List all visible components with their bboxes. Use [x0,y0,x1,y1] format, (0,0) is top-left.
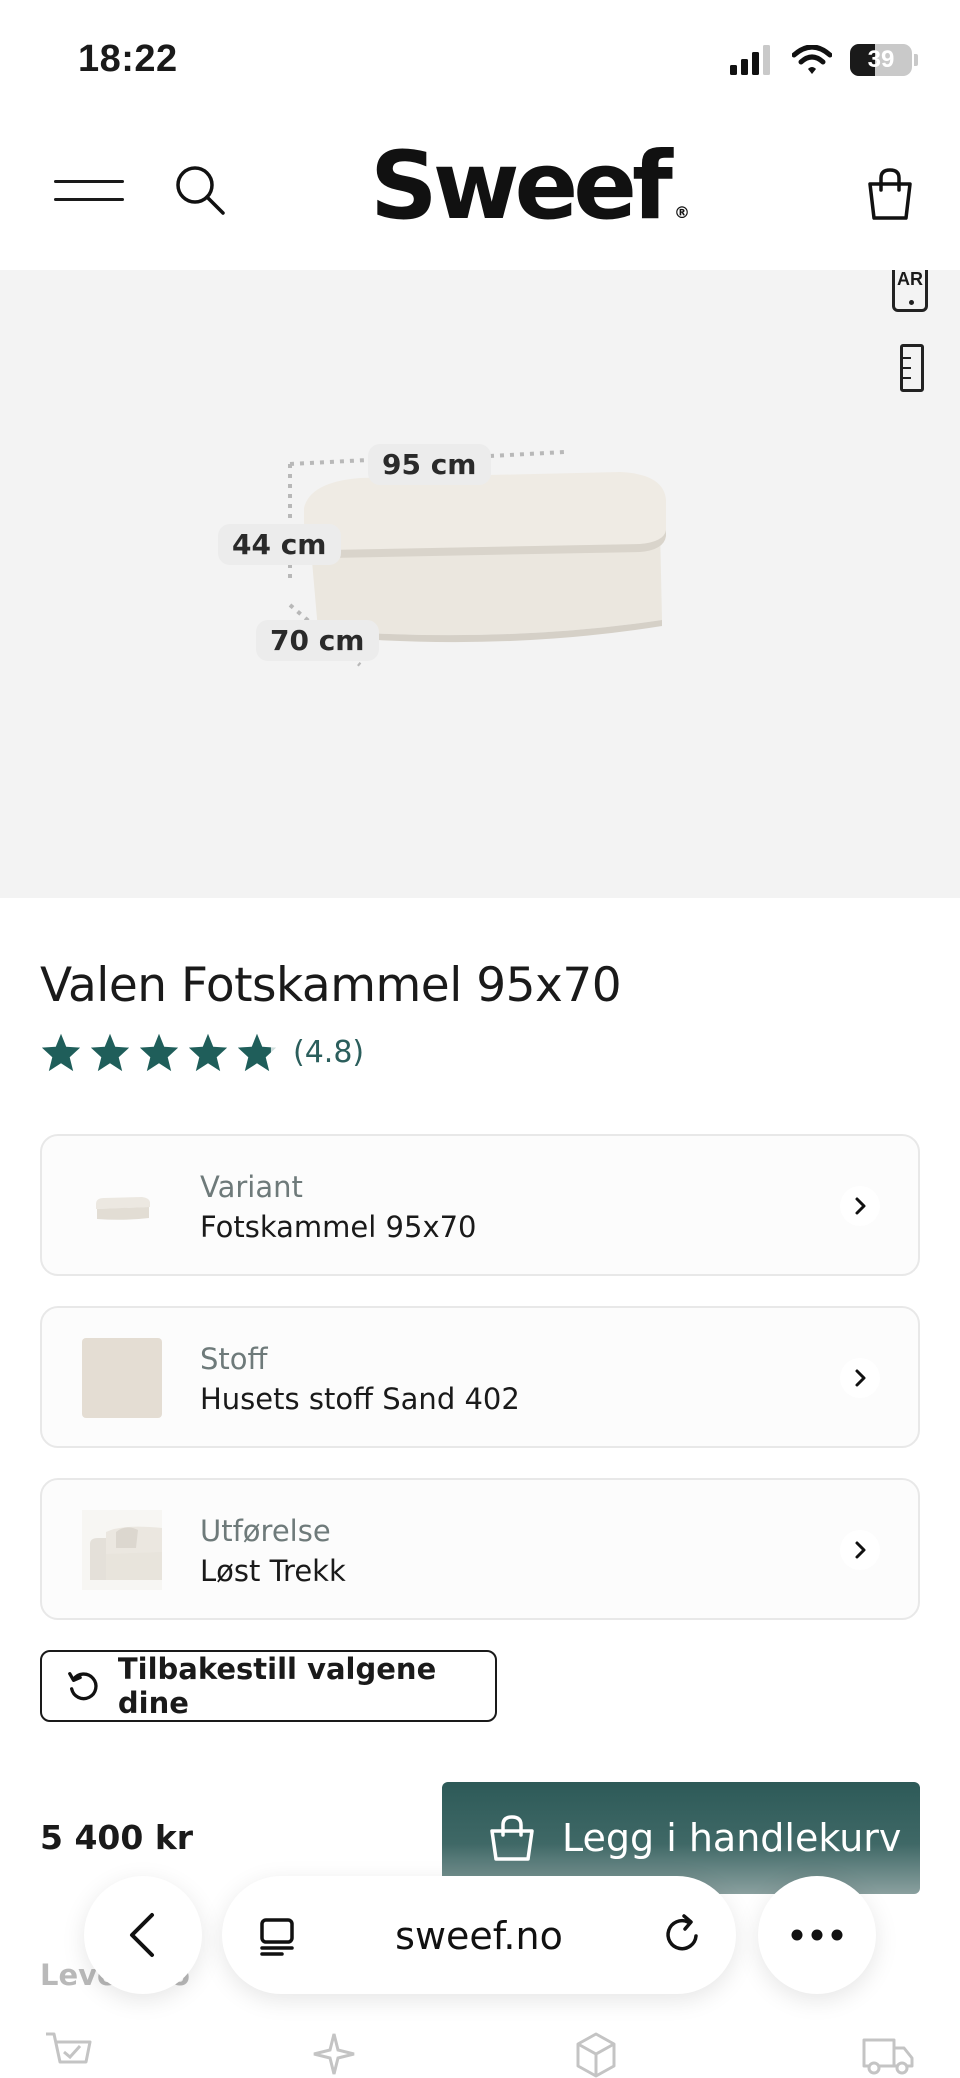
depth-dimension-label: 70 cm [256,620,379,661]
ruler-dimensions-button[interactable] [900,344,924,392]
url-text: sweef.no [395,1914,563,1958]
add-to-cart-label: Legg i handlekurv [562,1816,902,1860]
ar-view-button[interactable]: AR [892,270,928,312]
product-title: Valen Fotskammel 95x70 [40,958,622,1013]
reset-icon [68,1672,98,1701]
browser-toolbar: sweef.no [0,1860,960,2010]
width-dimension-label: 95 cm [368,444,491,485]
battery-icon: 39 [850,44,918,76]
star-partial-icon [237,1033,277,1072]
sweef-logo[interactable]: Sweef ® [370,140,690,234]
sparkle-icon [313,2033,355,2075]
cart-icon [46,2032,92,2064]
fabric-swatch [82,1338,162,1418]
star-icon [188,1033,228,1072]
product-gallery[interactable]: AR 95 cm 44 cm 70 cm [0,270,960,898]
chevron-right-icon [840,1186,880,1226]
status-icons: 39 [730,44,918,76]
sofa-thumbnail [82,1510,162,1590]
product-price: 5 400 kr [40,1818,194,1857]
browser-more-button[interactable] [758,1876,876,1994]
star-icon [139,1033,179,1072]
finish-option-card[interactable]: Utførelse Løst Trekk [40,1478,920,1620]
option-label: Variant [200,1170,303,1204]
status-time: 18:22 [78,38,178,80]
star-icon [41,1033,81,1072]
product-rating[interactable]: (4.8) [40,1032,364,1072]
chevron-right-icon [840,1358,880,1398]
battery-level: 39 [867,46,895,73]
browser-back-button[interactable] [84,1876,202,1994]
rating-value: (4.8) [293,1034,365,1070]
ottoman-thumbnail [96,1197,150,1220]
shopping-bag-icon [868,168,912,220]
address-bar[interactable]: sweef.no [222,1876,736,1994]
ar-label: AR [897,270,923,289]
shopping-bag-icon [490,1815,534,1861]
more-dots-icon [791,1929,843,1941]
cart-button[interactable] [864,166,916,222]
chevron-right-icon [840,1530,880,1570]
package-icon [576,2032,616,2078]
registered-mark: ® [673,203,690,222]
fabric-option-card[interactable]: Stoff Husets stoff Sand 402 [40,1306,920,1448]
reset-selections-button[interactable]: Tilbakestill valgene dine [40,1650,497,1722]
reset-label: Tilbakestill valgene dine [117,1652,437,1720]
search-button[interactable] [172,162,228,218]
option-value: Husets stoff Sand 402 [200,1382,520,1416]
delivery-truck-icon [862,2038,914,2075]
status-bar: 18:22 39 [0,0,960,110]
cellular-signal-icon [730,45,770,75]
star-icon [90,1033,130,1072]
usp-icon-row [0,2020,960,2078]
search-icon [176,166,225,215]
option-label: Utførelse [200,1514,331,1548]
chevron-left-icon [130,1913,154,1957]
logo-text: Sweef [370,132,673,241]
site-header: Sweef ® [0,110,960,270]
option-value: Fotskammel 95x70 [200,1210,477,1244]
variant-option-card[interactable]: Variant Fotskammel 95x70 [40,1134,920,1276]
wifi-icon [792,45,832,74]
reload-icon[interactable] [662,1914,704,1956]
option-value: Løst Trekk [200,1554,346,1588]
height-dimension-label: 44 cm [218,524,341,565]
menu-button[interactable] [54,172,124,208]
option-label: Stoff [200,1342,268,1376]
